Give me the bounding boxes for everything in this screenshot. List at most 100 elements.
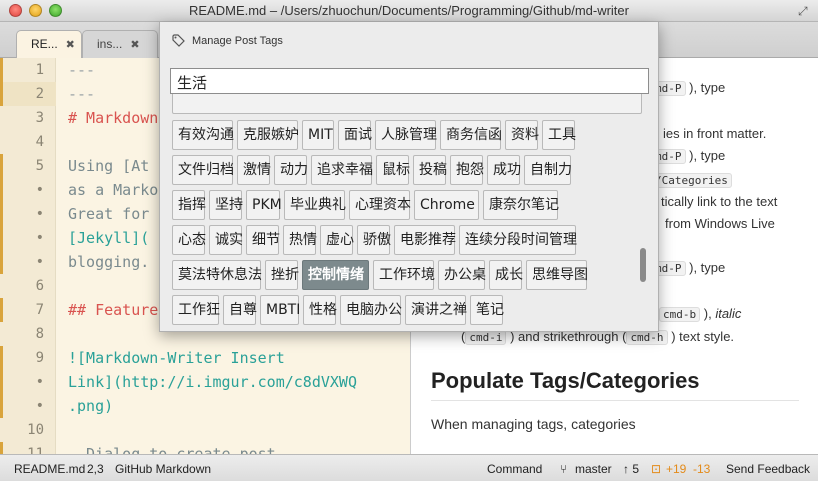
tag-item[interactable]: 演讲之禅 [405,295,467,325]
tag-item[interactable]: MBTI [260,295,300,325]
tag-item[interactable]: 笔记 [470,295,504,325]
line-number: • [0,394,56,418]
tab-readme[interactable]: RE... ✖ [16,30,82,58]
fullscreen-icon[interactable]: ⤢ [798,4,812,18]
tag-item[interactable]: 自制力 [524,155,572,185]
tag-item[interactable]: 成长 [489,260,523,290]
status-bar: README.md 2,3 GitHub Markdown Command ⑂ … [0,454,818,481]
tag-item[interactable]: 工作狂 [172,295,220,325]
tab-ins[interactable]: ins... ✖ [82,30,158,58]
preview-text: from Windows Live [665,216,775,231]
tag-item[interactable]: 心理资本 [349,190,411,220]
status-command[interactable]: Command [487,462,542,476]
code-line: [Jekyll]( [68,229,150,247]
tag-item[interactable]: 有效沟通 [172,120,234,150]
tag-item[interactable]: 克服嫉妒 [237,120,299,150]
code-line: blogging. [68,253,150,271]
tag-item[interactable]: 虚心 [320,225,354,255]
tag-item[interactable]: 文件归档 [172,155,234,185]
code-line: --- [68,85,96,103]
code-line: # Markdown [68,109,159,127]
code-line: ![Markdown-Writer Insert [68,349,285,367]
tag-list-scrollbar[interactable] [640,248,646,282]
tag-item[interactable]: 细节 [246,225,280,255]
tag-item[interactable]: 毕业典礼 [284,190,346,220]
window-title: README.md – /Users/zhuochun/Documents/Pr… [189,3,629,18]
status-file-name[interactable]: README.md [14,462,85,476]
close-tab-icon[interactable]: ✖ [66,39,75,51]
preview-text: tically link to the text [661,194,778,209]
tag-item[interactable]: 资料 [505,120,539,150]
tag-item[interactable]: 骄傲 [357,225,391,255]
tag-item[interactable]: 办公桌 [438,260,486,290]
tag-item[interactable]: 投稿 [413,155,447,185]
line-number: 8 [35,326,44,342]
code-line: Link](http://i.imgur.com/c8dVXWQ [68,373,357,391]
tag-item[interactable]: 指挥 [172,190,206,220]
preview-text: /Categories [651,172,732,188]
tag-item[interactable]: 连续分段时间管理 [459,225,577,255]
tag-item[interactable]: 工具 [542,120,576,150]
tag-item[interactable]: 莫法特休息法 [172,260,262,290]
git-branch-icon: ⑂ [560,462,568,476]
tag-item[interactable]: 康奈尔笔记 [483,190,559,220]
send-feedback-link[interactable]: Send Feedback [726,462,810,476]
tag-item[interactable]: 自尊 [223,295,257,325]
line-number: • [0,250,56,274]
close-tab-icon[interactable]: ✖ [130,39,139,51]
status-branch[interactable]: master [575,462,612,476]
tag-item[interactable]: 人脉管理 [375,120,437,150]
tag-item[interactable]: 鼠标 [376,155,410,185]
tag-item[interactable]: 面试 [338,120,372,150]
line-number: 4 [35,134,44,150]
status-cursor-position[interactable]: 2,3 [87,462,104,476]
line-gutter: 1 2 3 4 5 • • • • 6 7 8 9 • • 10 11 [0,58,56,454]
preview-paragraph: When managing tags, categories [431,416,636,432]
preview-text: md-P ), type [651,260,725,276]
code-line: --- [68,61,96,79]
tag-item[interactable]: 电脑办公 [340,295,402,325]
tag-item[interactable]: 成功 [487,155,521,185]
tag-item[interactable]: 动力 [274,155,308,185]
preview-text: md-P ), type [651,80,725,96]
line-number: 11 [0,442,56,454]
tag-item[interactable]: 工作环境 [373,260,435,290]
line-number: 10 [27,422,44,438]
tag-search-input[interactable]: 生活 [170,68,649,94]
tag-item[interactable]: 商务信函 [440,120,502,150]
line-number: • [0,202,56,226]
code-line: .png) [68,397,114,415]
dialog-title: Manage Post Tags [192,35,283,47]
line-number: 5 [0,154,56,178]
tag-item[interactable]: 思维导图 [526,260,588,290]
tag-item[interactable]: MIT [302,120,334,150]
tag-item[interactable]: 心态 [172,225,206,255]
tag-item[interactable]: 热情 [283,225,317,255]
line-number: 9 [0,346,56,370]
status-added: +19 [666,462,687,476]
tag-item[interactable]: PKM [246,190,282,220]
tag-list[interactable]: 有效沟通 克服嫉妒 MIT 面试 人脉管理 商务信函 资料 工具文件归档 激情 动力 追求幸福 鼠标投… [172,88,642,331]
preview-heading: Populate Tags/Categories [431,368,700,393]
tag-item[interactable]: 追求幸福 [311,155,373,185]
status-ahead-count: ↑ 5 [623,462,640,476]
tag-item[interactable]: 诚实 [209,225,243,255]
title-bar: README.md – /Users/zhuochun/Documents/Pr… [0,0,818,22]
line-number: 2 [0,82,56,106]
tag-item[interactable]: 性格 [303,295,337,325]
status-removed: -13 [693,462,711,476]
tag-item[interactable]: 抱怨 [450,155,484,185]
git-diff-icon: ⊡ [651,462,662,476]
tag-item[interactable]: 电影推荐 [394,225,456,255]
code-line: as a Marko [68,181,159,199]
tag-item[interactable]: 坚持 [209,190,243,220]
tag-icon [172,34,185,47]
line-number: • [0,370,56,394]
tag-item-selected[interactable]: 控制情绪 [302,260,369,290]
tag-item[interactable]: 激情 [237,155,271,185]
status-grammar[interactable]: GitHub Markdown [115,462,211,476]
code-line: ## Feature [68,301,159,319]
tag-item[interactable]: 挫折 [265,260,299,290]
manage-tags-dialog: Manage Post Tags 有效沟通 克服嫉妒 MIT 面试 人脉管理 商务信函 资料… [159,22,659,332]
tag-item[interactable]: Chrome [414,190,479,220]
